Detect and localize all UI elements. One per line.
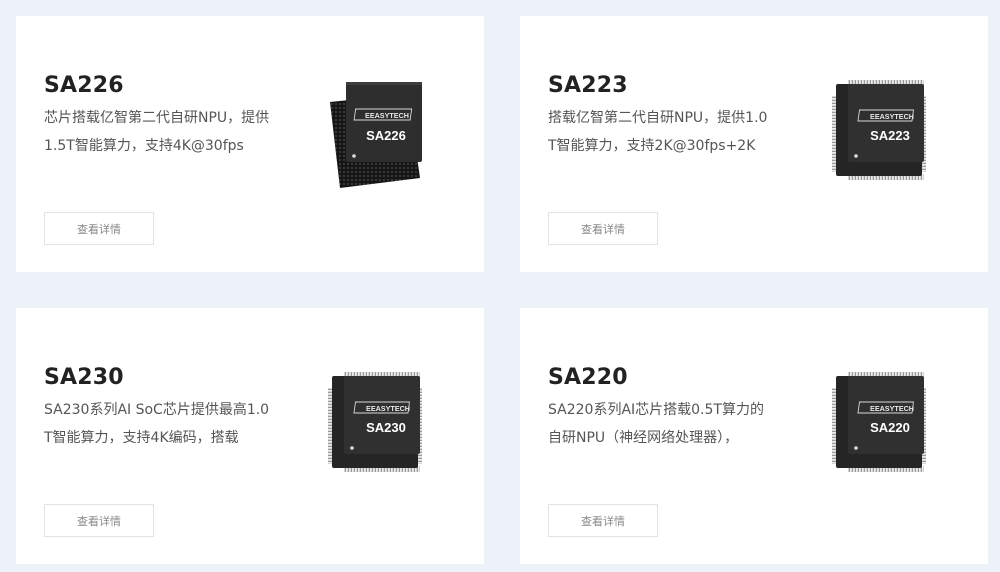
chip-image: EEASYTECH SA226 [330, 82, 422, 188]
card-title: SA223 [548, 73, 628, 98]
product-card-sa230[interactable]: SA230 SA230系列AI SoC芯片提供最高1.0T智能算力，支持4K编码… [16, 308, 484, 564]
card-title: SA230 [44, 365, 124, 390]
view-details-button[interactable]: 查看详情 [44, 504, 154, 537]
chip-model-text: SA230 [366, 420, 406, 435]
chip-brand-text: EEASYTECH [870, 404, 914, 413]
chip-model-text: SA223 [870, 128, 910, 143]
card-title: SA226 [44, 73, 124, 98]
view-details-button[interactable]: 查看详情 [548, 504, 658, 537]
product-card-sa223[interactable]: SA223 搭载亿智第二代自研NPU，提供1.0T智能算力，支持2K@30fps… [520, 16, 988, 272]
chip-model-text: SA220 [870, 420, 910, 435]
chip-brand-text: EEASYTECH [870, 112, 914, 121]
product-card-sa226[interactable]: SA226 芯片搭载亿智第二代自研NPU，提供1.5T智能算力，支持4K@30f… [16, 16, 484, 272]
card-description: SA220系列AI芯片搭载0.5T算力的自研NPU（神经网络处理器）， [548, 402, 764, 446]
chip-image: EEASYTECH SA230 [328, 372, 422, 472]
chip-brand-text: EEASYTECH [365, 111, 409, 120]
card-description: SA230系列AI SoC芯片提供最高1.0T智能算力，支持4K编码，搭载 [44, 402, 270, 446]
card-description: 搭载亿智第二代自研NPU，提供1.0T智能算力，支持2K@30fps+2K [548, 110, 768, 154]
card-title: SA220 [548, 365, 628, 390]
chip-brand-text: EEASYTECH [366, 404, 410, 413]
chip-model-text: SA226 [366, 128, 406, 143]
chip-image: EEASYTECH SA223 [832, 80, 926, 180]
card-description: 芯片搭载亿智第二代自研NPU，提供1.5T智能算力，支持4K@30fps [44, 110, 270, 154]
view-details-button[interactable]: 查看详情 [548, 212, 658, 245]
view-details-button[interactable]: 查看详情 [44, 212, 154, 245]
chip-image: EEASYTECH SA220 [832, 372, 926, 472]
product-card-sa220[interactable]: SA220 SA220系列AI芯片搭载0.5T算力的自研NPU（神经网络处理器）… [520, 308, 988, 564]
